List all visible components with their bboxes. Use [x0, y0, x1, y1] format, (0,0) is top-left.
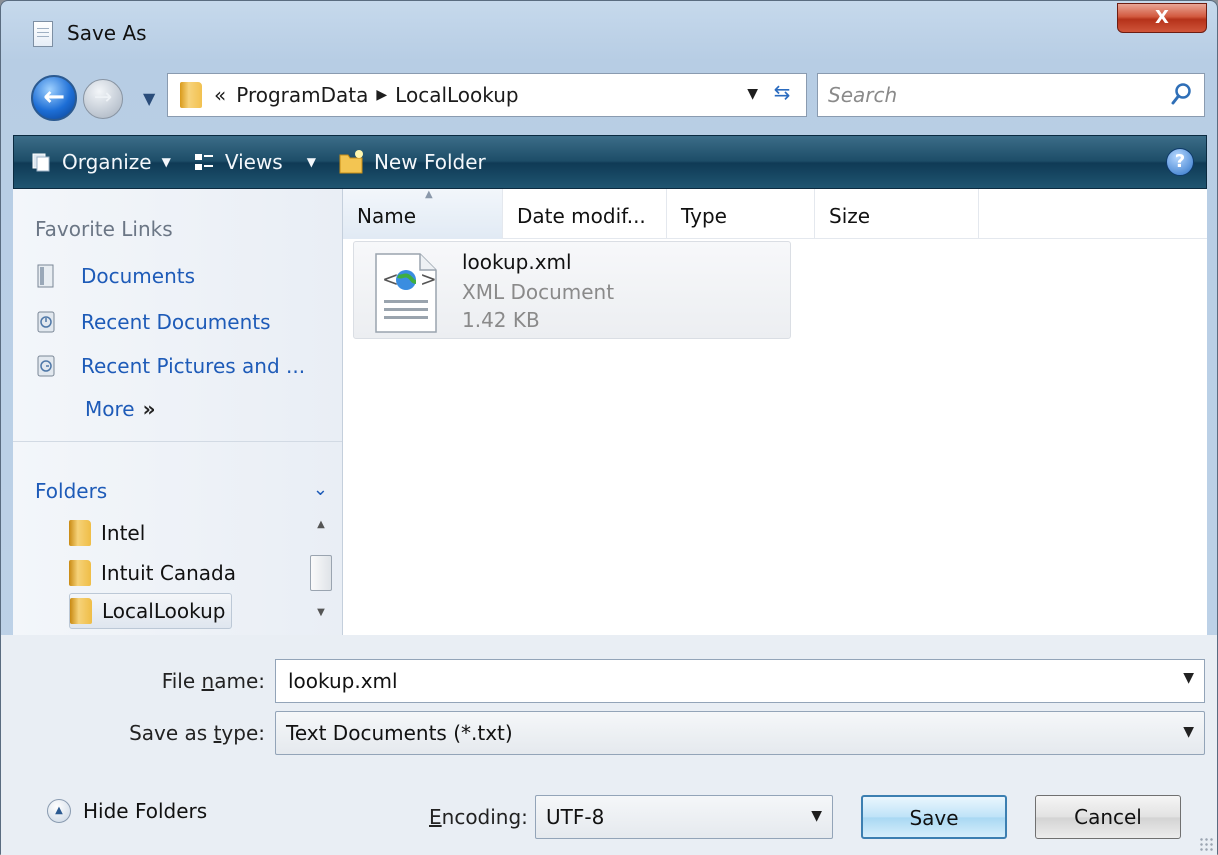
- chevron-down-icon[interactable]: ⌄: [313, 479, 328, 500]
- chevron-down-icon: ▼: [811, 808, 822, 824]
- new-folder-icon: [339, 150, 363, 174]
- more-links[interactable]: More »: [85, 397, 156, 421]
- double-chevron-icon: »: [142, 397, 156, 421]
- favorite-links-heading: Favorite Links: [35, 217, 173, 241]
- breadcrumb-locallookup[interactable]: LocalLookup: [395, 83, 518, 107]
- sort-ascending-icon: ▲: [425, 189, 433, 200]
- favorite-link-label: Recent Pictures and ...: [81, 354, 306, 378]
- refresh-icon[interactable]: ⇆: [766, 80, 798, 110]
- encoding-label: Encoding:: [429, 805, 528, 829]
- address-row: ← → ▼ « ProgramData ▶ LocalLookup ▼ ⇆: [1, 63, 1217, 123]
- divider: [13, 441, 342, 442]
- notepad-icon: [33, 21, 53, 47]
- favorite-link-recent-documents[interactable]: Recent Documents: [35, 305, 271, 339]
- scroll-down-icon[interactable]: ▼: [310, 607, 332, 627]
- new-folder-label: New Folder: [373, 150, 486, 174]
- folders-heading[interactable]: Folders: [35, 479, 107, 503]
- file-name-label: File name:: [161, 669, 265, 693]
- file-size: 1.42 KB: [462, 308, 540, 332]
- chevron-up-icon: ▲: [47, 799, 71, 823]
- save-button[interactable]: Save: [861, 795, 1007, 839]
- column-header-type[interactable]: Type: [667, 189, 815, 239]
- encoding-select[interactable]: UTF-8 ▼: [535, 795, 833, 839]
- folder-icon: [69, 560, 91, 586]
- search-box: [817, 73, 1205, 117]
- back-button[interactable]: ←: [31, 75, 77, 121]
- address-dropdown-icon[interactable]: ▼: [747, 86, 758, 102]
- column-header-size[interactable]: Size: [815, 189, 979, 239]
- save-as-dialog: Save As X ← → ▼ « ProgramData ▶ LocalLoo…: [0, 0, 1218, 855]
- save-as-type-value: Text Documents (*.txt): [286, 721, 513, 745]
- folder-label: LocalLookup: [102, 599, 226, 623]
- back-arrow-icon: ←: [43, 82, 65, 112]
- save-form: File name: ▼ Save as type: Text Document…: [1, 635, 1217, 855]
- chevron-down-icon: ▼: [1183, 724, 1194, 740]
- organize-button[interactable]: Organize ▼: [30, 150, 171, 174]
- views-button[interactable]: Views ▼: [193, 150, 316, 174]
- scroll-thumb[interactable]: [310, 555, 332, 591]
- help-icon[interactable]: ?: [1166, 148, 1194, 176]
- breadcrumb-chevron-icon[interactable]: ▶: [376, 87, 387, 103]
- views-label: Views: [224, 150, 283, 174]
- file-name-input[interactable]: [286, 666, 1146, 696]
- address-overflow[interactable]: «: [214, 83, 226, 107]
- chevron-down-icon: ▼: [306, 155, 316, 169]
- folder-tree-item-locallookup[interactable]: LocalLookup: [69, 593, 233, 629]
- organize-label: Organize: [62, 150, 152, 174]
- folder-icon: [180, 82, 202, 108]
- breadcrumb-programdata[interactable]: ProgramData: [236, 83, 368, 107]
- forward-button[interactable]: →: [83, 79, 123, 119]
- window-title: Save As: [67, 21, 147, 45]
- folder-label: Intel: [101, 521, 146, 545]
- folder-label: Intuit Canada: [101, 561, 236, 585]
- cancel-button[interactable]: Cancel: [1035, 795, 1181, 839]
- save-as-type-label: Save as type:: [129, 721, 265, 745]
- svg-text:>: >: [420, 267, 437, 291]
- new-folder-button[interactable]: New Folder: [338, 149, 486, 175]
- file-item-lookup-xml[interactable]: < > lookup.xml XML Document 1.42 KB: [353, 241, 791, 339]
- folder-icon: [69, 520, 91, 546]
- folder-tree-item-intuit-canada[interactable]: Intuit Canada: [69, 555, 242, 591]
- encoding-value: UTF-8: [546, 805, 605, 829]
- forward-arrow-icon: →: [93, 85, 113, 110]
- save-as-type-select[interactable]: Text Documents (*.txt) ▼: [275, 711, 1205, 755]
- hide-folders-button[interactable]: ▲ Hide Folders: [47, 799, 207, 823]
- recent-pages-dropdown[interactable]: ▼: [143, 89, 155, 108]
- folder-tree-scrollbar[interactable]: ▲ ▼: [310, 519, 332, 629]
- file-name-combobox: ▼: [275, 659, 1205, 703]
- xml-file-icon: < >: [375, 253, 437, 333]
- chevron-down-icon[interactable]: ▼: [1183, 670, 1194, 686]
- organize-icon: [32, 153, 50, 172]
- address-bar[interactable]: « ProgramData ▶ LocalLookup ▼ ⇆: [167, 73, 807, 117]
- recent-documents-icon: [37, 311, 55, 333]
- chevron-down-icon: ▼: [161, 155, 171, 169]
- file-type: XML Document: [462, 280, 615, 304]
- close-button[interactable]: X: [1117, 3, 1207, 33]
- hide-folders-label: Hide Folders: [83, 799, 208, 823]
- favorite-link-label: Recent Documents: [81, 310, 271, 334]
- scroll-up-icon[interactable]: ▲: [310, 519, 332, 539]
- more-label: More: [85, 397, 135, 421]
- folder-icon: [70, 598, 92, 624]
- favorite-link-documents[interactable]: Documents: [35, 259, 195, 293]
- favorite-link-label: Documents: [81, 264, 196, 288]
- documents-icon: [37, 264, 54, 288]
- file-name: lookup.xml: [462, 250, 572, 274]
- title-bar[interactable]: Save As X: [1, 1, 1217, 63]
- search-icon[interactable]: [1170, 82, 1192, 108]
- chevron-down-icon: ▼: [143, 89, 156, 108]
- favorite-link-recent-pictures[interactable]: Recent Pictures and ...: [35, 349, 305, 383]
- column-header-date-modified[interactable]: Date modif...: [503, 189, 667, 239]
- views-icon: [194, 154, 213, 170]
- folder-tree-item-intel[interactable]: Intel: [69, 515, 151, 551]
- column-headers: ▲ Name Date modif... Type Size: [343, 189, 1207, 239]
- file-list: ▲ Name Date modif... Type Size < > looku…: [343, 189, 1207, 635]
- column-header-name[interactable]: ▲ Name: [343, 189, 503, 239]
- command-toolbar: Organize ▼ Views ▼ New Folder ?: [13, 135, 1207, 189]
- resize-grip[interactable]: [1199, 837, 1213, 851]
- search-input[interactable]: [826, 80, 1146, 110]
- recent-pictures-icon: [37, 355, 55, 377]
- navigation-pane: Favorite Links Documents Recent Document…: [13, 189, 343, 635]
